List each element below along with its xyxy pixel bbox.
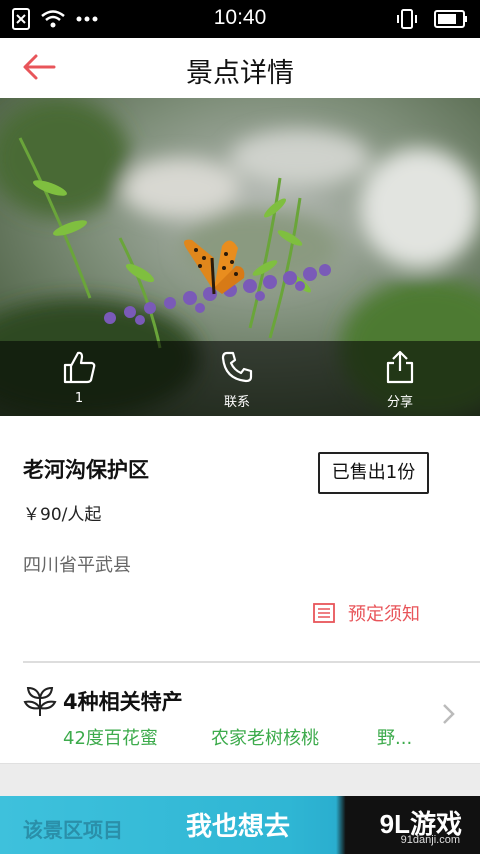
vibrate-icon	[397, 9, 417, 29]
share-label: 分享	[386, 395, 413, 410]
like-action[interactable]: 1	[34, 349, 124, 406]
booking-notice-link[interactable]: 预定须知	[312, 600, 420, 626]
product-item[interactable]: 农家老树核桃	[211, 724, 377, 750]
watermark-url: 91danji.com	[400, 834, 460, 846]
page-title: 景点详情	[186, 58, 294, 89]
booking-notice-label: 预定须知	[348, 604, 420, 625]
spot-name: 老河沟保护区	[23, 458, 149, 482]
product-item[interactable]: 42度百花蜜	[63, 724, 211, 750]
section-separator	[0, 763, 480, 797]
products-title: 4种相关特产	[63, 690, 183, 714]
spot-price: ￥90/人起	[23, 505, 102, 525]
share-action[interactable]: 分享	[355, 349, 445, 410]
contact-action[interactable]: 联系	[192, 349, 282, 410]
phone-icon	[221, 351, 253, 383]
hero-action-bar: 1 联系 分享	[0, 341, 480, 416]
leaf-icon	[23, 686, 57, 716]
divider	[23, 661, 480, 663]
battery-icon	[434, 10, 467, 28]
share-icon	[386, 350, 414, 384]
sold-count-badge: 已售出1份	[318, 452, 429, 494]
spot-location: 四川省平武县	[23, 555, 131, 576]
spot-info: 老河沟保护区 已售出1份 ￥90/人起 四川省平武县 预定须知 4种相关特产 4…	[0, 416, 480, 763]
tab-spot-projects[interactable]: 该景区项目	[23, 814, 123, 843]
bottom-bar: 该景区项目 我也想去 9L游戏 91danji.com	[0, 796, 480, 854]
status-right-icons	[396, 8, 468, 30]
want-to-go-button[interactable]: 我也想去	[186, 806, 290, 843]
thumbs-up-icon	[63, 351, 96, 384]
status-bar: 10:40	[0, 0, 480, 38]
contact-label: 联系	[223, 395, 250, 410]
product-list: 42度百花蜜 农家老树核桃 野...	[63, 724, 412, 750]
product-item[interactable]: 野...	[377, 724, 412, 750]
chevron-right-icon[interactable]	[441, 702, 457, 726]
document-icon	[313, 603, 335, 623]
app-header: 景点详情	[0, 38, 480, 99]
like-count: 1	[74, 391, 84, 406]
